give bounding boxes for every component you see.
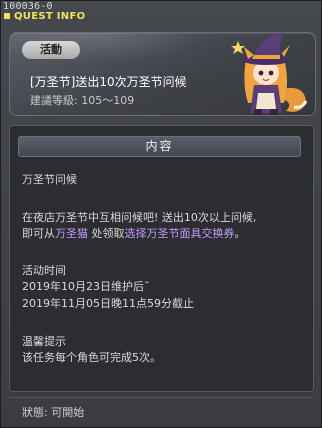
window-title-text: QUEST INFO — [14, 11, 86, 22]
content-line-period-label: 活动时间 — [22, 264, 66, 277]
content-line-period-end: 2019年11月05日晚11点59分截止 — [22, 297, 194, 310]
content-line-desc: 在夜店万圣节中互相问候吧! 送出10次以上问候, — [22, 211, 257, 224]
content-line-reward: 即可从万圣猫 处领取选择万圣节面具交换券。 — [22, 227, 246, 240]
window-title[interactable]: QUEST INFO — [4, 11, 85, 22]
npc-link[interactable]: 万圣猫 — [55, 227, 88, 240]
quest-status: 狀態: 可開始 — [22, 406, 85, 419]
recommended-level: 建議等級: 105～109 — [30, 94, 135, 107]
content-section-title: 内容 — [18, 136, 301, 157]
content-line-title: 万圣节问候 — [22, 173, 77, 186]
event-badge: 活動 — [22, 41, 80, 59]
reward-item-link[interactable]: 选择万圣节面具交换券 — [125, 227, 235, 240]
footer-divider — [9, 397, 314, 398]
quest-header-card: 活動 [万圣节]送出10次万圣节问候 建議等級: 105～109 — [9, 32, 316, 116]
quest-title: [万圣节]送出10次万圣节问候 — [30, 75, 187, 89]
content-line-tip: 该任务每个角色可完成5次。 — [22, 351, 161, 364]
witch-portrait-icon — [231, 33, 308, 115]
quest-info-window: 100036-0 QUEST INFO 活動 [万圣节]送出10次万圣节问候 建… — [0, 0, 322, 428]
content-line-tip-label: 温馨提示 — [22, 335, 66, 348]
content-line-period-start: 2019年10月23日维护后˜ — [22, 280, 150, 293]
title-bullet-icon — [4, 13, 10, 19]
